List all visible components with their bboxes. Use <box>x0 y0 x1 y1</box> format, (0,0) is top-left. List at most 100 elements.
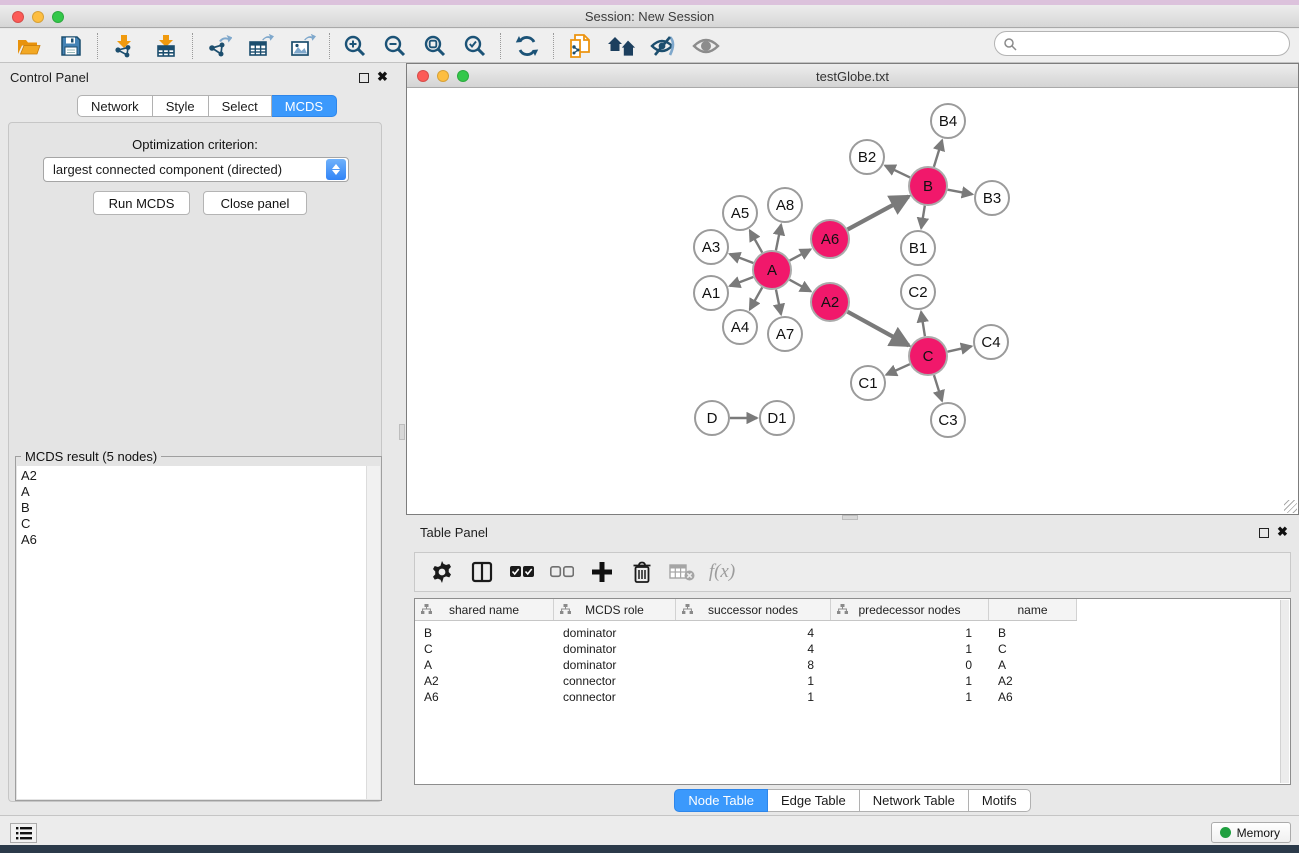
column-header-name[interactable]: name <box>989 599 1077 620</box>
node-C1[interactable]: C1 <box>851 366 885 400</box>
deselect-all-button[interactable] <box>543 556 581 588</box>
export-network-button[interactable] <box>198 31 240 61</box>
tab-select[interactable]: Select <box>209 95 272 117</box>
node-B2[interactable]: B2 <box>850 140 884 174</box>
column-header-successor-nodes[interactable]: successor nodes <box>676 599 831 620</box>
tab-network-table[interactable]: Network Table <box>860 789 969 812</box>
node-A7[interactable]: A7 <box>768 317 802 351</box>
import-table-button[interactable] <box>145 31 187 61</box>
result-item[interactable]: C <box>21 516 366 532</box>
result-item[interactable]: A <box>21 484 366 500</box>
tab-mcds[interactable]: MCDS <box>272 95 337 117</box>
close-panel-icon[interactable]: ✖ <box>377 72 388 82</box>
float-table-panel-icon[interactable] <box>1259 528 1269 538</box>
tab-style[interactable]: Style <box>153 95 209 117</box>
node-A6[interactable]: A6 <box>811 220 849 258</box>
criterion-select[interactable]: largest connected component (directed) <box>43 157 349 182</box>
export-table-button[interactable] <box>240 31 282 61</box>
edge-C-C4[interactable] <box>948 346 972 351</box>
function-builder-button[interactable]: f(x) <box>703 556 741 588</box>
edge-A-A5[interactable] <box>750 230 762 252</box>
edge-A2-C[interactable] <box>848 312 909 346</box>
node-C3[interactable]: C3 <box>931 403 965 437</box>
edge-C-C1[interactable] <box>886 364 910 375</box>
edge-B-B1[interactable] <box>921 206 925 229</box>
select-all-button[interactable] <box>503 556 541 588</box>
node-B3[interactable]: B3 <box>975 181 1009 215</box>
memory-button[interactable]: Memory <box>1211 822 1291 843</box>
edge-B-B4[interactable] <box>934 140 942 167</box>
delete-columns-button[interactable] <box>623 556 661 588</box>
zoom-out-button[interactable] <box>375 31 415 61</box>
edge-C-C3[interactable] <box>934 375 942 401</box>
node-A8[interactable]: A8 <box>768 188 802 222</box>
result-item[interactable]: A2 <box>21 468 366 484</box>
search-input[interactable] <box>1017 34 1289 54</box>
node-D[interactable]: D <box>695 401 729 435</box>
close-table-panel-icon[interactable]: ✖ <box>1277 527 1288 537</box>
column-header-MCDS-role[interactable]: MCDS role <box>554 599 676 620</box>
table-row[interactable]: Adominator80A <box>415 657 1290 673</box>
open-session-button[interactable] <box>8 31 50 61</box>
result-item[interactable]: B <box>21 500 366 516</box>
zoom-fit-button[interactable] <box>415 31 455 61</box>
new-network-from-file-button[interactable] <box>559 31 601 61</box>
resize-grip-icon[interactable] <box>1284 500 1297 513</box>
edge-A-A8[interactable] <box>776 225 781 251</box>
node-A[interactable]: A <box>753 251 791 289</box>
node-A1[interactable]: A1 <box>694 276 728 310</box>
node-D1[interactable]: D1 <box>760 401 794 435</box>
tab-edge-table[interactable]: Edge Table <box>768 789 860 812</box>
node-C4[interactable]: C4 <box>974 325 1008 359</box>
toolbar-search[interactable] <box>994 31 1290 56</box>
new-column-button[interactable] <box>583 556 621 588</box>
float-panel-icon[interactable] <box>359 73 369 83</box>
column-header-shared-name[interactable]: shared name <box>415 599 554 620</box>
network-canvas[interactable]: B4 B2 B B3 A8 A5 A6 A3 B1 A A1 C2 A2 A4 A7 C4 C C1 C3 D D1 <box>407 88 1298 514</box>
zoom-selected-button[interactable] <box>455 31 495 61</box>
edge-A-A1[interactable] <box>730 277 754 286</box>
network-graph[interactable]: B4 B2 B B3 A8 A5 A6 A3 B1 A A1 C2 A2 A4 A7 C4 C C1 C3 D D1 <box>407 88 1298 514</box>
close-panel-button[interactable]: Close panel <box>203 191 307 215</box>
zoom-in-button[interactable] <box>335 31 375 61</box>
edge-A-A7[interactable] <box>776 290 781 315</box>
hide-selected-button[interactable] <box>643 31 685 61</box>
node-A4[interactable]: A4 <box>723 310 757 344</box>
table-row[interactable]: A6connector11A6 <box>415 689 1290 705</box>
edge-A-A6[interactable] <box>790 249 811 260</box>
node-A3[interactable]: A3 <box>694 230 728 264</box>
node-B[interactable]: B <box>909 167 947 205</box>
table-row[interactable]: Bdominator41B <box>415 625 1290 641</box>
show-all-button[interactable] <box>685 31 727 61</box>
edge-C-C2[interactable] <box>921 312 925 336</box>
splitter-grip-bottom[interactable] <box>842 515 858 520</box>
node-table[interactable]: shared nameMCDS rolesuccessor nodesprede… <box>414 598 1291 785</box>
import-network-button[interactable] <box>103 31 145 61</box>
reset-view-button[interactable] <box>601 31 643 61</box>
edge-A-A2[interactable] <box>790 280 811 292</box>
edge-A6-B[interactable] <box>848 196 909 229</box>
node-B4[interactable]: B4 <box>931 104 965 138</box>
tab-motifs[interactable]: Motifs <box>969 789 1031 812</box>
node-A2[interactable]: A2 <box>811 283 849 321</box>
edge-B-B2[interactable] <box>885 166 910 178</box>
result-scrollbar[interactable] <box>366 466 380 799</box>
task-history-button[interactable] <box>10 823 37 843</box>
mcds-result-list[interactable]: A2ABCA6 <box>17 466 366 799</box>
table-settings-button[interactable] <box>423 556 461 588</box>
node-B1[interactable]: B1 <box>901 231 935 265</box>
table-scrollbar[interactable] <box>1280 600 1289 783</box>
edge-B-B3[interactable] <box>948 190 973 195</box>
node-C2[interactable]: C2 <box>901 275 935 309</box>
delete-table-button[interactable] <box>663 556 701 588</box>
save-session-button[interactable] <box>50 31 92 61</box>
result-item[interactable]: A6 <box>21 532 366 548</box>
column-header-predecessor-nodes[interactable]: predecessor nodes <box>831 599 989 620</box>
tab-node-table[interactable]: Node Table <box>674 789 768 812</box>
table-row[interactable]: A2connector11A2 <box>415 673 1290 689</box>
splitter-grip-left[interactable] <box>399 424 405 440</box>
table-row[interactable]: Cdominator41C <box>415 641 1290 657</box>
node-A5[interactable]: A5 <box>723 196 757 230</box>
export-image-button[interactable] <box>282 31 324 61</box>
node-C[interactable]: C <box>909 337 947 375</box>
